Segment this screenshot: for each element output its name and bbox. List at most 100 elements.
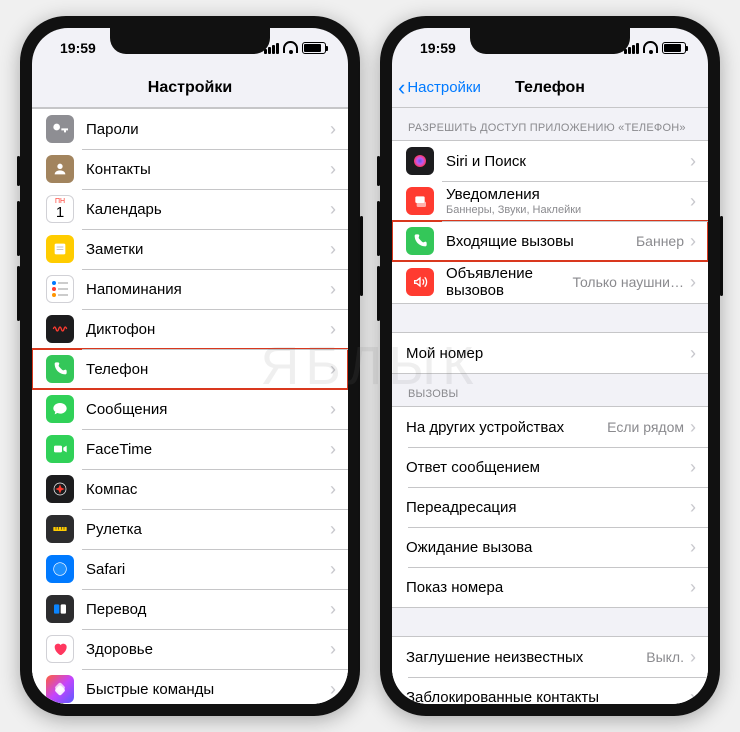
row-календарь[interactable]: ПН1Календарь›: [32, 189, 348, 229]
chevron-right-icon: ›: [330, 359, 336, 380]
row-пароли[interactable]: Пароли›: [32, 109, 348, 149]
row-телефон[interactable]: Телефон›: [32, 349, 348, 389]
chevron-right-icon: ›: [690, 151, 696, 172]
row-заглушение-неизвестных[interactable]: Заглушение неизвестныхВыкл.›: [392, 637, 708, 677]
row-label: Быстрые команды: [86, 681, 330, 698]
safari-icon: [46, 555, 74, 583]
row-ответ-сообщением[interactable]: Ответ сообщением›: [392, 447, 708, 487]
row-label: На других устройствах: [406, 419, 607, 436]
row-value: Баннер: [636, 233, 684, 249]
row-здоровье[interactable]: Здоровье›: [32, 629, 348, 669]
battery-icon: [662, 42, 686, 54]
row-контакты[interactable]: Контакты›: [32, 149, 348, 189]
row-заблокированные-контакты[interactable]: Заблокированные контакты›: [392, 677, 708, 704]
row-ожидание-вызова[interactable]: Ожидание вызова›: [392, 527, 708, 567]
row-label: Ожидание вызова: [406, 539, 690, 556]
row-label: Показ номера: [406, 579, 690, 596]
chevron-right-icon: ›: [690, 417, 696, 438]
row-напоминания[interactable]: Напоминания›: [32, 269, 348, 309]
contact-icon: [46, 155, 74, 183]
shortcuts-icon: [46, 675, 74, 703]
settings-list[interactable]: Пароли›Контакты›ПН1Календарь›Заметки›Нап…: [32, 108, 348, 704]
row-уведомления[interactable]: УведомленияБаннеры, Звуки, Наклейки›: [392, 181, 708, 221]
phone-settings-list[interactable]: РАЗРЕШИТЬ ДОСТУП ПРИЛОЖЕНИЮ «ТЕЛЕФОН» Si…: [392, 108, 708, 704]
row-value: Только наушни…: [572, 274, 684, 290]
row-рулетка[interactable]: Рулетка›: [32, 509, 348, 549]
notifications-icon: [406, 187, 434, 215]
row-компас[interactable]: Компас›: [32, 469, 348, 509]
chevron-right-icon: ›: [330, 159, 336, 180]
measure-icon: [46, 515, 74, 543]
row-переадресация[interactable]: Переадресация›: [392, 487, 708, 527]
phone-right: 19:59 ‹ Настройки Телефон РАЗРЕШИТЬ ДОСТ…: [380, 16, 720, 716]
chevron-right-icon: ›: [690, 231, 696, 252]
chevron-right-icon: ›: [690, 343, 696, 364]
row-sublabel: Баннеры, Звуки, Наклейки: [446, 204, 690, 216]
compass-icon: [46, 475, 74, 503]
announce-icon: [406, 268, 434, 296]
row-label: Заметки: [86, 241, 330, 258]
row-label: Мой номер: [406, 345, 690, 362]
chevron-right-icon: ›: [690, 457, 696, 478]
key-icon: [46, 115, 74, 143]
chevron-right-icon: ›: [690, 497, 696, 518]
row-facetime[interactable]: FaceTime›: [32, 429, 348, 469]
notch: [110, 28, 270, 54]
chevron-right-icon: ›: [330, 199, 336, 220]
row-label: FaceTime: [86, 441, 330, 458]
row-label: Диктофон: [86, 321, 330, 338]
page-title: Телефон: [515, 79, 585, 97]
reminders-icon: [46, 275, 74, 303]
wifi-icon: [283, 43, 298, 54]
row-объявление-вызовов[interactable]: Объявление вызововТолько наушни…›: [392, 261, 708, 303]
row-на-других-устройствах[interactable]: На других устройствахЕсли рядом ›: [392, 407, 708, 447]
chevron-right-icon: ›: [690, 647, 696, 668]
chevron-right-icon: ›: [330, 479, 336, 500]
row-label: Календарь: [86, 201, 330, 218]
health-icon: [46, 635, 74, 663]
wifi-icon: [643, 43, 658, 54]
row-my-number[interactable]: Мой номер ›: [392, 333, 708, 373]
back-button[interactable]: ‹ Настройки: [398, 77, 481, 99]
chevron-right-icon: ›: [690, 687, 696, 705]
phone-incoming-icon: [406, 227, 434, 255]
row-label: Входящие вызовы: [446, 233, 636, 250]
notch: [470, 28, 630, 54]
row-перевод[interactable]: Перевод›: [32, 589, 348, 629]
row-safari[interactable]: Safari›: [32, 549, 348, 589]
chevron-right-icon: ›: [690, 577, 696, 598]
row-заметки[interactable]: Заметки›: [32, 229, 348, 269]
chevron-right-icon: ›: [330, 599, 336, 620]
voice-memo-icon: [46, 315, 74, 343]
row-быстрые-команды[interactable]: Быстрые команды›: [32, 669, 348, 704]
row-siri-и-поиск[interactable]: Siri и Поиск›: [392, 141, 708, 181]
row-показ-номера[interactable]: Показ номера›: [392, 567, 708, 607]
row-label: Safari: [86, 561, 330, 578]
row-label: Контакты: [86, 161, 330, 178]
phone-icon: [46, 355, 74, 383]
row-входящие-вызовы[interactable]: Входящие вызовыБаннер ›: [392, 221, 708, 261]
status-time: 19:59: [60, 40, 96, 56]
chevron-right-icon: ›: [330, 439, 336, 460]
messages-icon: [46, 395, 74, 423]
row-label: Здоровье: [86, 641, 330, 658]
row-label: Напоминания: [86, 281, 330, 298]
page-title: Настройки: [148, 79, 232, 97]
section-header-access: РАЗРЕШИТЬ ДОСТУП ПРИЛОЖЕНИЮ «ТЕЛЕФОН»: [392, 108, 708, 140]
nav-bar: ‹ Настройки Телефон: [392, 68, 708, 108]
row-диктофон[interactable]: Диктофон›: [32, 309, 348, 349]
chevron-right-icon: ›: [690, 272, 696, 293]
facetime-icon: [46, 435, 74, 463]
row-label: Переадресация: [406, 499, 690, 516]
chevron-right-icon: ›: [330, 519, 336, 540]
notes-icon: [46, 235, 74, 263]
status-time: 19:59: [420, 40, 456, 56]
chevron-right-icon: ›: [330, 119, 336, 140]
row-value: Если рядом: [607, 419, 684, 435]
chevron-right-icon: ›: [690, 537, 696, 558]
chevron-left-icon: ‹: [398, 77, 405, 99]
back-label: Настройки: [407, 79, 481, 96]
nav-bar: Настройки: [32, 68, 348, 108]
row-label: Пароли: [86, 121, 330, 138]
row-сообщения[interactable]: Сообщения›: [32, 389, 348, 429]
